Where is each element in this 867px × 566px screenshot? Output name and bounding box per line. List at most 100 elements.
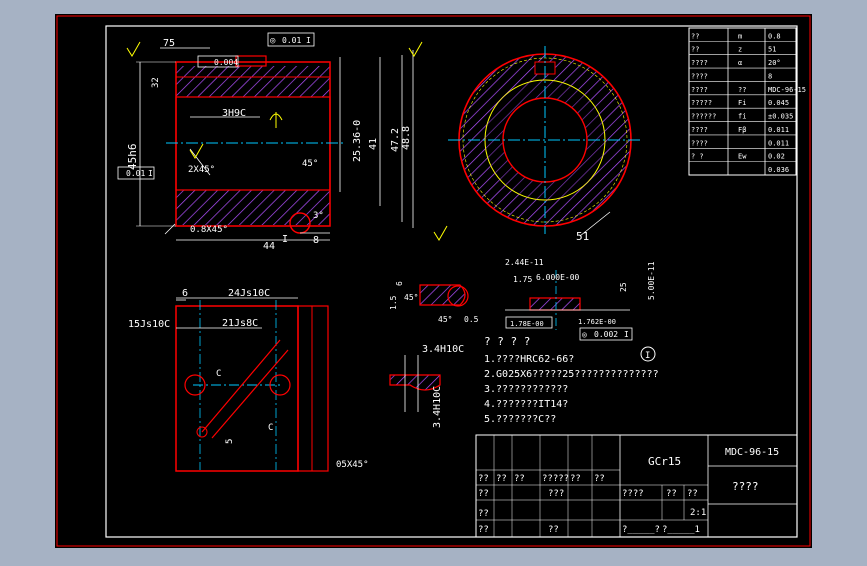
dim-15js10c: 15Js10C [128,319,170,330]
svg-text:25: 25 [619,282,628,292]
svg-text:45°: 45° [404,293,418,302]
drawing-sheet [55,14,812,548]
svg-text:5: 5 [225,439,235,444]
svg-text:1.75: 1.75 [513,275,532,284]
title-block-header-cell: ?? [478,474,489,484]
detail-tooth [419,284,466,306]
svg-text:??: ?? [666,489,677,499]
note-line: 4.???????IT14? [484,399,568,410]
svg-text:C: C [268,423,273,433]
title-block-header-cell: ?? [514,474,525,484]
dim-8: 8 [313,235,319,246]
dim-6: 6 [182,288,188,299]
gear-row-symbol: Fi [738,99,746,107]
gear-row-label: ? ? [691,153,704,161]
gear-row-symbol: α [738,59,742,67]
svg-text:????: ???? [622,489,644,499]
svg-text:3.4H10C: 3.4H10C [422,344,464,355]
dim-24js10c: 24Js10C [228,288,270,299]
svg-text:??: ?? [478,509,489,519]
gear-row-value: 0.02 [768,153,785,161]
gear-row-label: ?? [691,46,699,54]
svg-text:1.78E-00: 1.78E-00 [510,320,544,328]
cad-drawing-window: 75 32 3H9C 45h6 2X45° 45° 25.36-0 41 47.… [0,0,867,562]
dim-45h6: 45h6 [126,144,139,171]
note-line: 1.????HRC62-66? [484,354,574,365]
svg-text:C: C [216,369,221,379]
gear-row-value: 0.036 [768,166,789,174]
drawing-number: MDC-96-15 [725,447,779,458]
svg-text:1.5: 1.5 [389,295,398,310]
svg-text:I: I [306,36,311,45]
gear-row-label: ???? [691,126,708,134]
title-block-header-cell: ?? [496,474,507,484]
svg-text:???: ??? [548,489,564,499]
svg-text:0.004: 0.004 [214,58,238,67]
gear-row-label: ???? [691,139,708,147]
drawing-canvas: 75 32 3H9C 45h6 2X45° 45° 25.36-0 41 47.… [55,14,812,548]
svg-text:??: ?? [687,489,698,499]
note-line: 5.???????C?? [484,414,556,425]
gear-row-value: 20° [768,59,781,67]
svg-text:5.00E-11: 5.00E-11 [647,261,656,300]
note-line: 2.G025X6?????25?????????????? [484,369,659,380]
upper-hatch [176,66,330,97]
dim-44: 44 [263,241,275,252]
svg-text:0.5: 0.5 [464,315,479,324]
title-block-header-cell: ?? [570,474,581,484]
gear-row-value: 0.011 [768,126,789,134]
tol-symbol-1: ◎ [270,36,276,46]
svg-text:I: I [148,169,153,178]
dim-05x45: 05X45° [336,460,369,470]
svg-text:2:1: 2:1 [690,508,706,518]
svg-text:?_____1: ?_____1 [662,525,700,535]
svg-text:1.762E-00: 1.762E-00 [578,318,616,326]
svg-text:45°: 45° [438,315,452,324]
gear-row-label: ???? [691,72,708,80]
dim-08x45: 0.8X45° [190,225,228,235]
gear-row-symbol: fi [738,113,746,121]
svg-text:◎: ◎ [582,330,587,339]
detail-key [529,297,581,311]
svg-text:6.000E-00: 6.000E-00 [536,273,580,282]
svg-text:3.4H10C: 3.4H10C [432,386,443,428]
gear-row-symbol: Ew [738,153,747,161]
svg-text:I: I [624,330,629,339]
svg-text:I: I [645,351,650,361]
tol-value-1: 0.01 [282,36,301,45]
gear-row-value: 0.8 [768,32,781,40]
gear-row-value: 8 [768,72,772,80]
gear-row-value: 51 [768,46,776,54]
gear-row-value: ±0.035 [768,113,793,121]
gear-row-value: 0.011 [768,139,789,147]
svg-text:??: ?? [548,525,559,535]
lower-hatch [176,190,330,225]
title-block-header-cell: ????? [542,474,569,484]
note-line: 3.???????????? [484,384,568,395]
gear-row-symbol: m [738,32,742,40]
dim-51: 51 [576,230,589,243]
dim-41: 41 [368,138,379,150]
svg-text:0.01: 0.01 [126,169,145,178]
gear-row-symbol: Fβ [738,126,746,134]
dim-3deg: 3° [313,211,324,221]
gear-row-label: ?????? [691,113,716,121]
gear-row-label: ???? [691,86,708,94]
svg-text:??: ?? [478,489,489,499]
notes-title: ? ? ? ? [484,335,530,348]
material-label: GCr15 [648,455,681,468]
dim-488: 48.8 [401,126,412,150]
dim-75: 75 [163,38,175,49]
dim-I-label: I [282,234,288,245]
gear-row-symbol: ?? [738,86,746,94]
svg-text:6: 6 [395,281,404,286]
dim-21js8c: 21Js8C [222,318,258,329]
gear-row-symbol: z [738,46,742,54]
gear-row-value: MDC-96-15 [768,86,806,94]
svg-text:0.002: 0.002 [594,330,618,339]
gear-row-label: ?? [691,32,699,40]
dim-32: 32 [151,77,161,88]
part-name: ???? [732,480,759,493]
gear-row-label: ????? [691,99,712,107]
dim-472: 47.2 [390,128,401,152]
